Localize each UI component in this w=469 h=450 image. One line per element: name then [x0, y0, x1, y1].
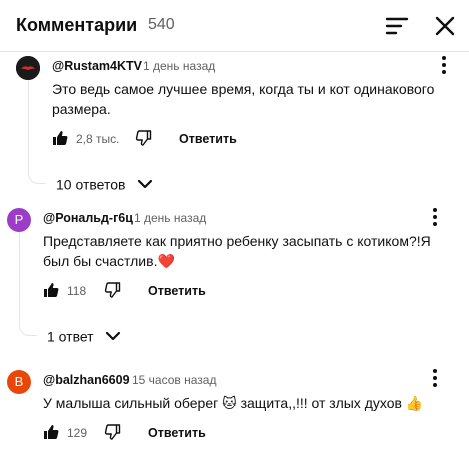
like-count: 2,8 тыс.	[76, 132, 120, 146]
replies-toggle[interactable]: 10 ответов	[56, 175, 153, 192]
thread-line	[28, 80, 29, 170]
comment-time[interactable]: 1 день назад	[134, 211, 206, 225]
reply-button[interactable]: Ответить	[148, 426, 206, 440]
avatar[interactable]: Р	[7, 208, 31, 232]
comment-author[interactable]: @balzhan6609	[43, 373, 130, 387]
dislike-icon[interactable]	[104, 281, 122, 299]
thread-line	[19, 232, 20, 322]
avatar[interactable]	[16, 56, 40, 80]
reply-button[interactable]: Ответить	[179, 132, 237, 146]
replies-count: 10 ответов	[56, 176, 126, 193]
heart-emoji: ❤️	[157, 253, 175, 269]
sort-icon[interactable]	[384, 13, 410, 39]
more-options-icon[interactable]	[438, 53, 450, 77]
like-count: 129	[67, 426, 88, 440]
comments-count: 540	[148, 16, 175, 33]
replies-toggle[interactable]: 1 ответ	[47, 327, 121, 344]
comment-time[interactable]: 15 часов назад	[132, 373, 216, 387]
like-icon[interactable]	[51, 129, 69, 147]
comment-author[interactable]: @Rustam4KTV	[52, 59, 142, 73]
reply-button[interactable]: Ответить	[148, 284, 206, 298]
comments-header: Комментарии 540	[0, 0, 469, 52]
comment-time[interactable]: 1 день назад	[143, 59, 215, 73]
thread-elbow	[19, 320, 37, 336]
like-icon[interactable]	[42, 281, 60, 299]
dislike-icon[interactable]	[135, 129, 153, 147]
comment-text: Это ведь самое лучшее время, когда ты и …	[52, 81, 435, 117]
like-count: 118	[67, 284, 87, 298]
comment-text-content: Представляете как приятно ребенку засыпа…	[43, 233, 431, 269]
comment-text: Представляете как приятно ребенку засыпа…	[43, 231, 453, 271]
more-options-icon[interactable]	[429, 366, 441, 390]
like-icon[interactable]	[42, 423, 60, 441]
replies-count: 1 ответ	[47, 328, 94, 345]
dislike-icon[interactable]	[104, 423, 122, 441]
comments-title: Комментарии	[16, 15, 138, 35]
comment-author[interactable]: @Рональд-г6ц	[43, 211, 133, 225]
chevron-down-icon	[106, 332, 121, 341]
more-options-icon[interactable]	[429, 205, 441, 229]
avatar[interactable]: B	[7, 370, 31, 394]
comment-text: У малыша сильный оберег 🐱 защита,,!!! от…	[43, 395, 424, 411]
chevron-down-icon	[138, 180, 153, 189]
thread-elbow	[28, 168, 46, 184]
avatar-logo-icon	[16, 56, 40, 80]
close-icon[interactable]	[432, 13, 458, 39]
